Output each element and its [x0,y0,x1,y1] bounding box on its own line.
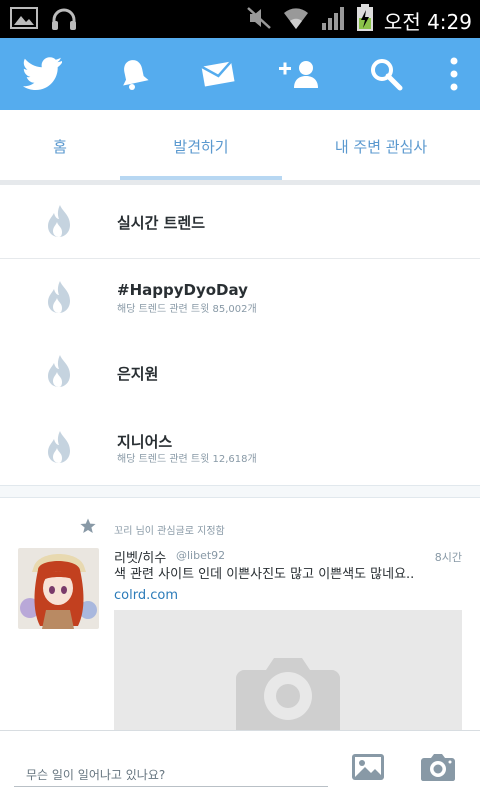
tweet-text: 색 관련 사이트 인데 이쁜사진도 많고 이쁜색도 많네요.. colrd.co… [114,564,464,606]
attach-photo-button[interactable] [348,747,388,787]
tab-nearby-interests[interactable]: 내 주변 관심사 [282,110,480,182]
notifications-bell-icon[interactable] [114,38,154,110]
signal-icon [320,5,346,35]
tweet-context: 꼬리 님이 관심글로 지정함 [114,526,225,537]
trend-item[interactable]: 은지원 [0,336,480,410]
search-icon[interactable] [366,38,406,110]
media-placeholder[interactable] [114,610,462,730]
trend-title: #HappyDyoDay [117,281,248,299]
battery-charging-icon [356,4,374,36]
camera-icon [421,754,455,781]
section-divider [0,485,480,498]
flame-icon [48,431,70,463]
trend-subtitle: 해당 트렌드 관련 트윗 12,618개 [117,454,257,465]
tweet-body: 색 관련 사이트 인데 이쁜사진도 많고 이쁜색도 많네요.. [114,567,415,582]
trend-item[interactable]: #HappyDyoDay 해당 트렌드 관련 트윗 85,002개 [0,260,480,334]
favorite-star-icon [80,518,96,533]
tweet-author-handle[interactable]: @libet92 [176,549,225,562]
trends-header-title: 실시간 트렌드 [117,214,206,232]
gallery-icon [10,6,38,36]
tweet-link[interactable]: colrd.com [114,588,178,603]
flame-icon [48,355,70,387]
wifi-icon [282,5,310,35]
tab-home[interactable]: 홈 [0,110,120,182]
compose-bar: 무슨 일이 일어나고 있나요? [0,730,480,800]
tweet-timestamp: 8시간 [434,551,462,564]
action-bar [0,38,480,110]
headset-icon [50,6,78,36]
flame-icon [48,281,70,313]
tab-discover[interactable]: 발견하기 [120,110,282,182]
overflow-menu-icon[interactable] [440,38,468,110]
tab-bar: 홈 발견하기 내 주변 관심사 [0,110,480,182]
status-bar: 오전 4:29 [0,0,480,38]
flame-icon [48,205,70,237]
avatar[interactable] [18,548,99,629]
image-icon [352,754,384,780]
status-time: 오전 4:29 [383,9,472,34]
add-user-icon[interactable] [276,38,324,110]
trends-header[interactable]: 실시간 트렌드 [0,185,480,259]
compose-input[interactable]: 무슨 일이 일어나고 있나요? [14,761,328,787]
tweet-card[interactable]: 꼬리 님이 관심글로 지정함 리벳/히수 @libet92 8시간 색 관련 사… [0,498,480,730]
trend-subtitle: 해당 트렌드 관련 트윗 85,002개 [117,304,257,315]
mute-icon [246,5,272,35]
camera-placeholder-icon [236,658,340,730]
trend-item[interactable]: 지니어스 해당 트렌드 관련 트윗 12,618개 [0,410,480,484]
camera-button[interactable] [418,747,458,787]
messages-envelope-icon[interactable] [198,38,238,110]
twitter-bird-icon[interactable] [20,38,66,110]
trend-title: 지니어스 [117,433,173,451]
trend-title: 은지원 [117,365,159,383]
